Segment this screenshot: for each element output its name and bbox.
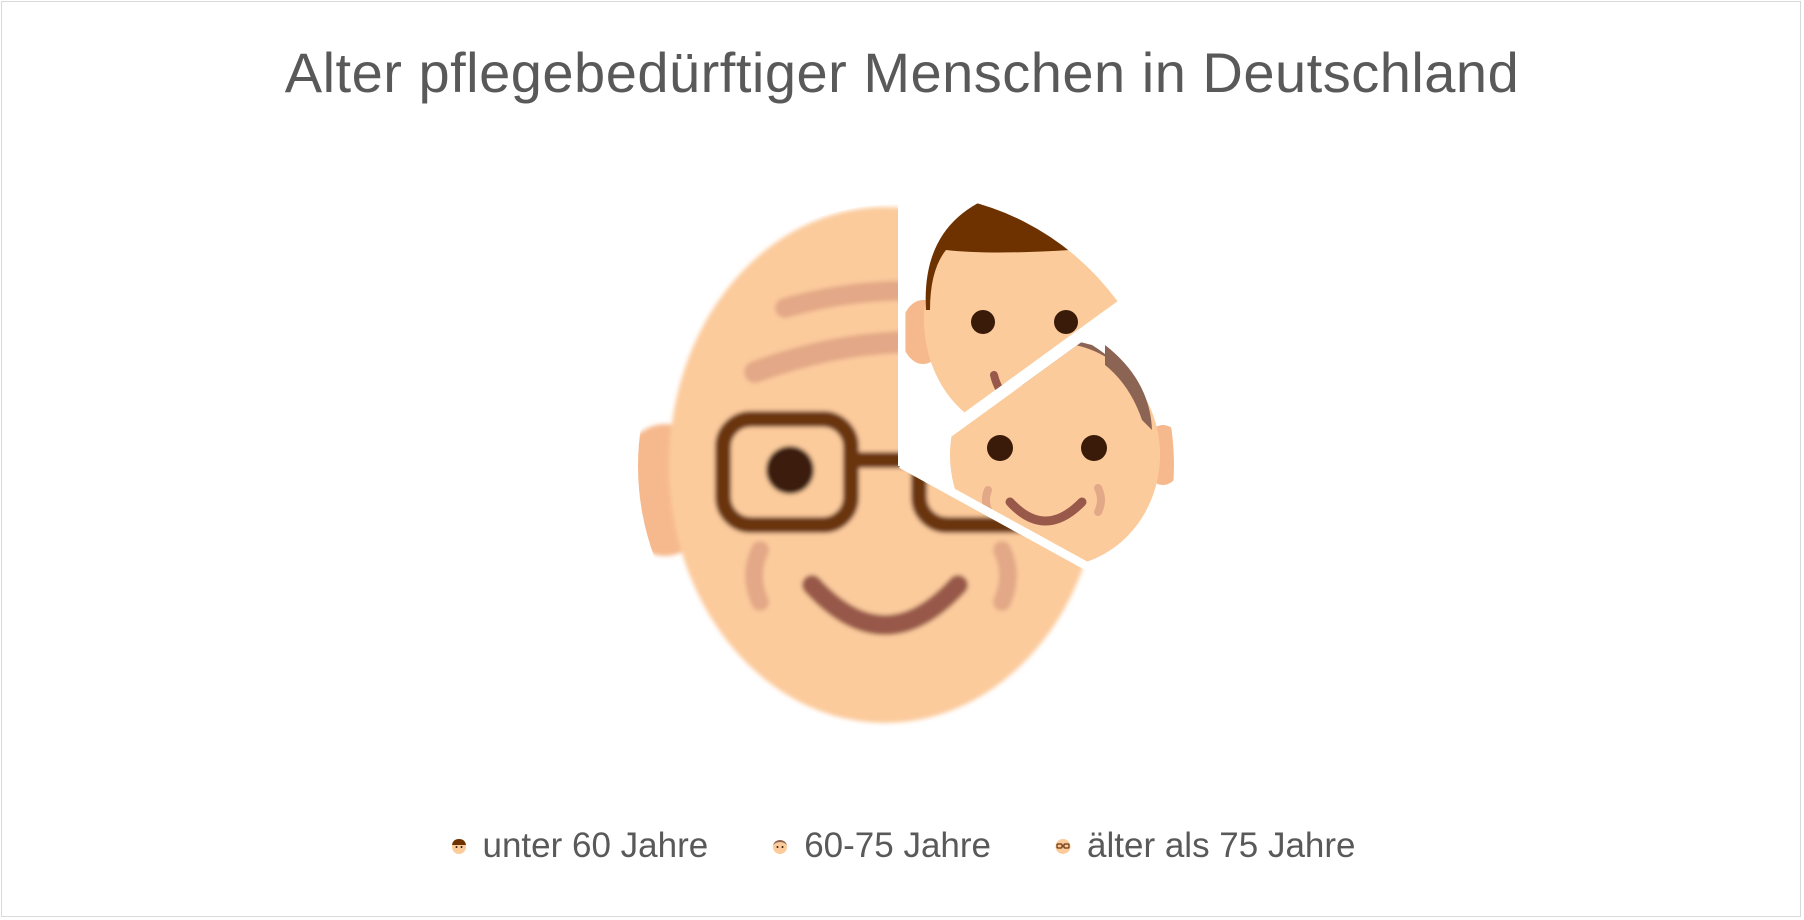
young-man-face-icon (451, 839, 466, 854)
legend-item-aelter-als-75[interactable]: älter als 75 Jahre (1053, 826, 1356, 866)
older-man-face-icon (773, 840, 788, 854)
legend-item-unter-60[interactable]: unter 60 Jahre (449, 826, 709, 866)
pie-chart (638, 193, 1174, 723)
chart-legend: unter 60 Jahre 60-75 Jahre älter als 75 … (0, 826, 1804, 866)
legend-label: 60-75 Jahre (804, 826, 992, 865)
legend-item-60-75[interactable]: 60-75 Jahre (770, 826, 991, 866)
legend-label: unter 60 Jahre (482, 826, 709, 865)
legend-label: älter als 75 Jahre (1087, 826, 1356, 865)
elderly-man-with-glasses-face-icon (1055, 839, 1071, 854)
